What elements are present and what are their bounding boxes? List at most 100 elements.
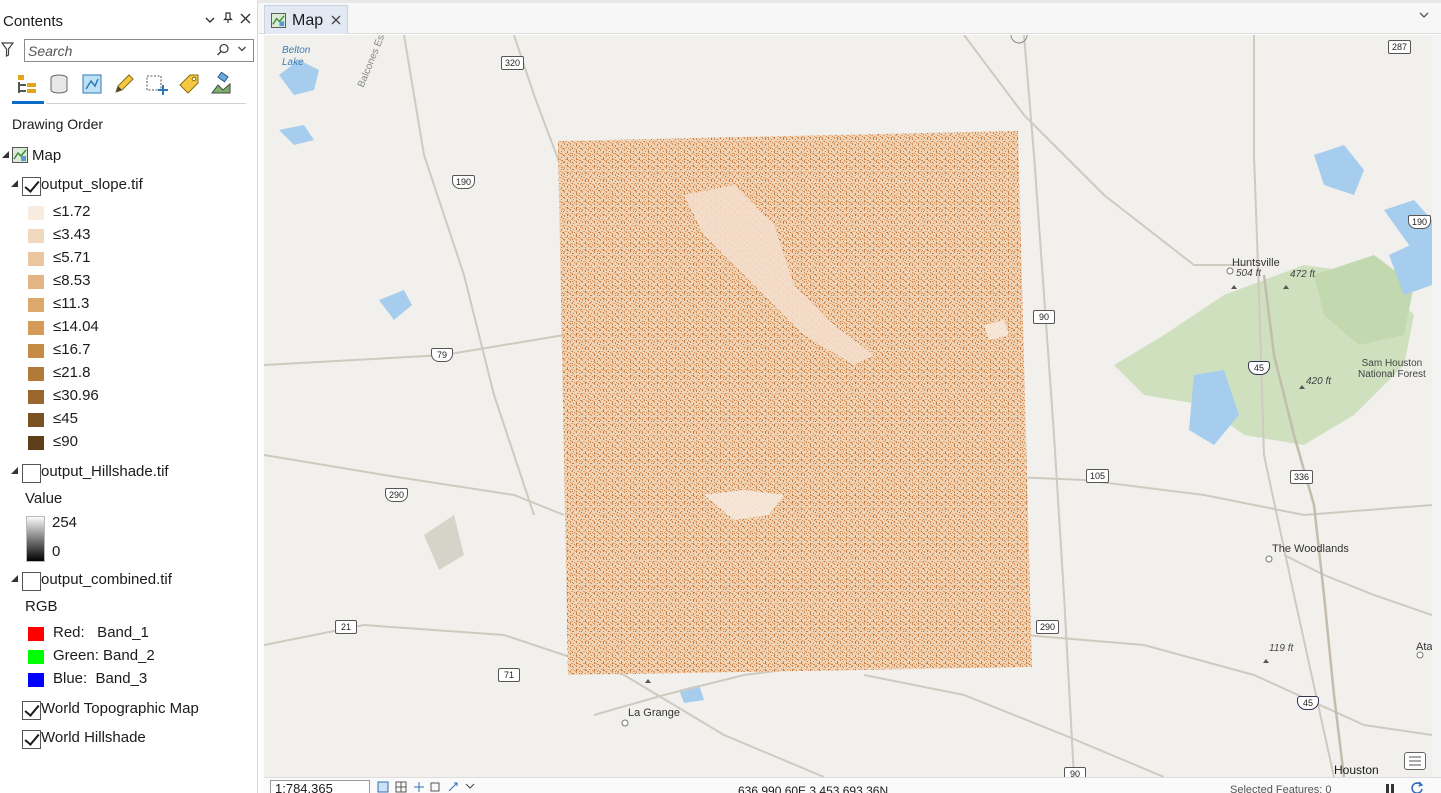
- search-input[interactable]: [28, 42, 208, 59]
- list-by-editing-icon[interactable]: [111, 70, 137, 98]
- legend-swatch: [28, 436, 44, 450]
- legend-class-label: ≤16.7: [53, 341, 91, 358]
- overview-map-icon[interactable]: [1404, 752, 1426, 770]
- elevation-label: 504 ft: [1236, 268, 1262, 279]
- tab-list-chevron-icon[interactable]: [1419, 10, 1429, 22]
- list-by-perspective-imagery-icon[interactable]: [208, 70, 234, 98]
- contents-pane-header: Contents: [0, 8, 258, 36]
- arcgis-pro-window: Contents Search Drawing Order Map output…: [0, 0, 1441, 793]
- city-label: Ata: [1416, 641, 1432, 653]
- list-by-data-source-icon[interactable]: [46, 70, 72, 98]
- fixed-zoom-icon[interactable]: [377, 781, 391, 793]
- map-icon: [12, 147, 28, 163]
- map-canvas[interactable]: Belton Lake Balcones Escarp Huntsville 5…: [264, 35, 1432, 777]
- city-label: La Grange: [628, 707, 680, 719]
- layer-visibility-checkbox[interactable]: [22, 572, 41, 591]
- layer-name: World Topographic Map: [41, 700, 199, 717]
- layer-world-topographic-map[interactable]: World Topographic Map: [0, 698, 250, 720]
- road-shield: 190: [452, 175, 476, 189]
- legend-class-label: ≤11.3: [53, 295, 90, 312]
- elevation-label: 420 ft: [1306, 376, 1332, 387]
- elevation-label: 119 ft: [1269, 643, 1294, 654]
- toolbar-divider: [46, 103, 246, 104]
- band-swatch: [28, 673, 44, 687]
- road-shield: 45: [1248, 361, 1270, 375]
- forest-label: Sam Houston National Forest: [1358, 358, 1426, 380]
- scale-value: 1:784,365: [275, 781, 333, 793]
- search-icon[interactable]: [216, 43, 230, 59]
- refresh-icon[interactable]: [1410, 781, 1424, 793]
- expand-collapse-icon[interactable]: [2, 151, 9, 158]
- list-by-drawing-order-icon[interactable]: [14, 70, 40, 98]
- band-label: Green: Band_2: [53, 647, 155, 664]
- map-scale-dropdown[interactable]: 1:784,365: [270, 780, 370, 793]
- rotation-icon[interactable]: [447, 781, 461, 793]
- pause-drawing-icon[interactable]: [1384, 782, 1396, 793]
- road-shield: 290: [385, 488, 409, 502]
- road-shield: 90: [1033, 310, 1055, 324]
- map-status-bar: 1:784,365 636,990.60E 3,453,693.36N Sele…: [264, 777, 1441, 793]
- urban-area: [424, 515, 464, 570]
- layer-name: output_slope.tif: [41, 176, 143, 193]
- list-by-snapping-icon[interactable]: [144, 70, 170, 98]
- gradient-high-label: 254: [52, 514, 78, 531]
- band-swatch: [28, 627, 44, 641]
- legend-class-label: ≤1.72: [53, 203, 91, 220]
- layer-world-hillshade[interactable]: World Hillshade: [0, 727, 250, 749]
- city-label: The Woodlands: [1272, 543, 1349, 555]
- selected-features-count[interactable]: Selected Features: 0: [1230, 784, 1332, 793]
- legend-swatch: [28, 321, 44, 335]
- legend-class-label: ≤8.53: [53, 272, 91, 289]
- layer-visibility-checkbox[interactable]: [22, 701, 41, 720]
- legend-class-label: ≤90: [53, 433, 78, 450]
- pane-options-chevron-icon[interactable]: [203, 12, 217, 28]
- close-pane-icon[interactable]: [238, 12, 252, 28]
- layer-output-hillshade[interactable]: output_Hillshade.tif: [0, 461, 250, 483]
- legend-swatch: [28, 367, 44, 381]
- output-slope-raster-texture: [558, 131, 1032, 675]
- map-label: Map: [32, 147, 62, 164]
- layer-output-combined[interactable]: output_combined.tif: [0, 569, 250, 591]
- road-shield: 190: [1408, 215, 1432, 229]
- road-shield: 320: [501, 56, 525, 70]
- map-tree-node[interactable]: Map: [0, 145, 250, 167]
- filter-icon[interactable]: [0, 42, 15, 58]
- close-tab-icon[interactable]: [331, 12, 341, 28]
- options-chevron-icon[interactable]: [465, 781, 479, 793]
- snapping-icon[interactable]: [413, 781, 427, 793]
- layer-output-slope[interactable]: output_slope.tif: [0, 174, 250, 196]
- list-by-selection-icon[interactable]: [79, 70, 105, 98]
- expand-collapse-icon[interactable]: [11, 575, 18, 582]
- road-shield: 105: [1086, 469, 1110, 483]
- legend-class-label: ≤21.8: [53, 364, 91, 381]
- legend-swatch: [28, 206, 44, 220]
- view-tab-bar: Map: [258, 0, 1441, 34]
- road-shield: 71: [498, 668, 520, 682]
- search-options-chevron-icon[interactable]: [237, 41, 247, 60]
- layer-visibility-checkbox[interactable]: [22, 177, 41, 196]
- tab-map[interactable]: Map: [264, 5, 348, 34]
- legend-swatch: [28, 298, 44, 312]
- legend-swatch: [28, 344, 44, 358]
- expand-collapse-icon[interactable]: [11, 467, 18, 474]
- road-shield: 90: [1064, 767, 1086, 777]
- layer-visibility-checkbox[interactable]: [22, 464, 41, 483]
- search-field[interactable]: [24, 39, 254, 62]
- legend-swatch: [28, 275, 44, 289]
- grid-icon[interactable]: [395, 781, 409, 793]
- legend-class-label: ≤3.43: [53, 226, 91, 243]
- layer-visibility-checkbox[interactable]: [22, 730, 41, 749]
- legend-class-label: ≤5.71: [53, 249, 91, 266]
- gradient-low-label: 0: [52, 543, 61, 560]
- lake-water: [1314, 145, 1364, 195]
- layer-name: output_combined.tif: [41, 571, 172, 588]
- road-shield: 79: [431, 348, 453, 362]
- expand-collapse-icon[interactable]: [11, 180, 18, 187]
- auto-hide-pin-icon[interactable]: [221, 12, 235, 28]
- list-by-labeling-icon[interactable]: [176, 70, 202, 98]
- legend-swatch: [28, 390, 44, 404]
- constraints-icon[interactable]: [429, 781, 443, 793]
- lake-water: [379, 290, 412, 320]
- basemap-graphics: [264, 35, 1432, 777]
- active-view-indicator: [12, 101, 44, 104]
